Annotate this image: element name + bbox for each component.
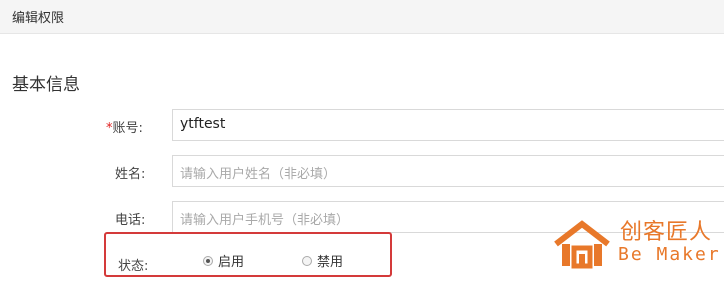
- status-disabled-label: 禁用: [317, 255, 344, 270]
- account-field[interactable]: ytftest: [172, 109, 724, 141]
- phone-placeholder: 请输入用户手机号（非必填）: [180, 213, 350, 228]
- phone-label: 电话:: [115, 213, 146, 228]
- page-title: 编辑权限: [12, 11, 65, 26]
- watermark-cn-text: 创客匠人: [620, 220, 713, 245]
- status-enabled-radio[interactable]: 启用: [203, 251, 244, 270]
- name-label: 姓名:: [115, 167, 146, 182]
- status-label: 状态:: [118, 259, 149, 274]
- status-highlight-box: 状态: 启用 禁用: [104, 232, 392, 277]
- title-bar: 编辑权限: [0, 0, 724, 34]
- radio-unchecked-icon: [302, 255, 312, 266]
- account-label: *账号:: [106, 117, 143, 136]
- name-row: 姓名: 请输入用户姓名（非必填）: [0, 155, 724, 189]
- name-placeholder: 请输入用户姓名（非必填）: [180, 167, 337, 182]
- account-value: ytftest: [180, 116, 226, 132]
- account-row: *账号: ytftest: [0, 109, 724, 143]
- watermark-en-text: Be Maker: [618, 244, 721, 265]
- section-title: 基本信息: [12, 75, 80, 95]
- status-enabled-label: 启用: [218, 255, 245, 270]
- watermark-logo: 创客匠人 Be Maker: [552, 214, 722, 274]
- status-disabled-radio[interactable]: 禁用: [302, 251, 343, 270]
- radio-checked-icon: [203, 255, 213, 266]
- name-field[interactable]: 请输入用户姓名（非必填）: [172, 155, 724, 187]
- house-logo-icon: [554, 220, 610, 269]
- account-label-text: 账号:: [112, 121, 143, 136]
